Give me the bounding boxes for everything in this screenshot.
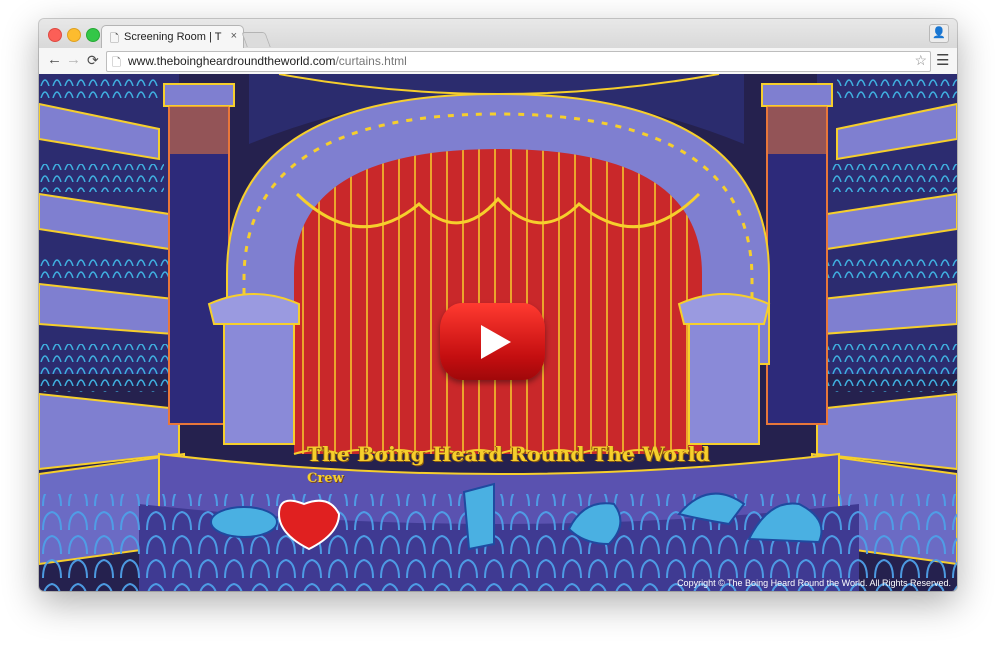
menu-icon[interactable]: ☰	[936, 53, 949, 68]
crew-link[interactable]: Crew	[307, 471, 344, 486]
back-arrow-icon[interactable]: ←	[47, 52, 62, 68]
tophat-icon	[462, 482, 495, 551]
address-bar[interactable]: 🗋 www.theboingheardroundtheworld.com/cur…	[106, 51, 931, 72]
theater-page: The Boing Heard Round The World Crew Cop…	[39, 74, 957, 591]
url-domain: www.theboingheardroundtheworld.com	[128, 54, 336, 68]
new-tab-button[interactable]	[241, 32, 271, 47]
play-icon	[481, 325, 511, 359]
red-curtain	[293, 149, 703, 456]
right-pillar	[761, 83, 833, 425]
page-icon: 🗋	[112, 57, 121, 69]
profile-icon[interactable]: 👤	[929, 24, 949, 43]
title-bar: 🗋 Screening Room | The Boing Heard Round…	[39, 19, 957, 49]
star-icon[interactable]: ☆	[914, 52, 927, 69]
url-path: /curtains.html	[335, 54, 407, 68]
close-window-button[interactable]	[48, 28, 62, 42]
hat-icon	[210, 506, 278, 538]
tab-title: Screening Room | The Boing Heard Round T…	[124, 31, 222, 43]
minimize-window-button[interactable]	[67, 28, 81, 42]
reload-icon[interactable]: ⟳	[87, 52, 99, 68]
play-button[interactable]	[440, 303, 545, 380]
forward-arrow-icon[interactable]: →	[66, 52, 81, 68]
browser-tab[interactable]: 🗋 Screening Room | The Boing Heard Round…	[101, 25, 244, 49]
url-text[interactable]: www.theboingheardroundtheworld.com/curta…	[128, 54, 407, 68]
browser-toolbar: ← → ⟳ 🗋 www.theboingheardroundtheworld.c…	[39, 48, 957, 75]
show-title: The Boing Heard Round The World	[307, 442, 711, 466]
copyright-text: Copyright © The Boing Heard Round the Wo…	[677, 578, 951, 588]
page-icon: 🗋	[110, 33, 119, 45]
zoom-window-button[interactable]	[86, 28, 100, 42]
browser-window: 🗋 Screening Room | The Boing Heard Round…	[39, 19, 957, 591]
close-icon[interactable]: ×	[231, 30, 237, 42]
